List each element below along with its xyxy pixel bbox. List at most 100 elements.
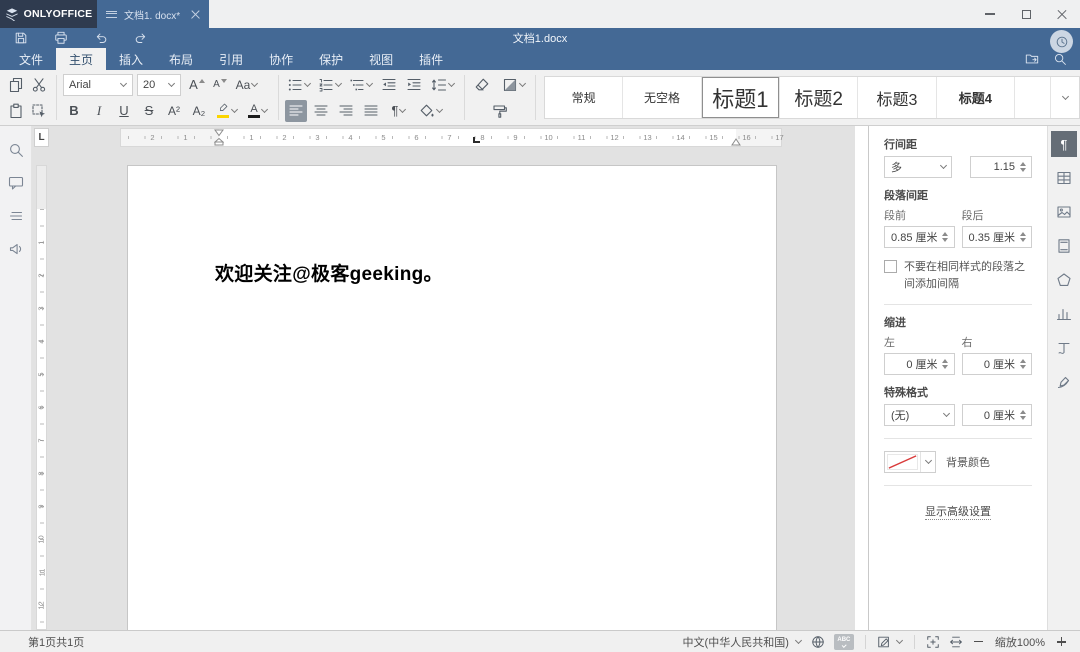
highlight-color-button[interactable] bbox=[213, 100, 241, 122]
bullets-button[interactable] bbox=[285, 74, 313, 96]
checkbox[interactable] bbox=[884, 260, 897, 273]
copy-style-button[interactable] bbox=[489, 100, 511, 122]
nonprinting-characters-button[interactable]: ¶ bbox=[385, 100, 413, 122]
tab-stop-marker[interactable] bbox=[473, 137, 480, 143]
spell-check-toggle[interactable]: ABC bbox=[834, 634, 854, 650]
find-icon[interactable] bbox=[8, 142, 24, 158]
zoom-in-button[interactable] bbox=[1054, 634, 1068, 650]
spinner-arrows[interactable] bbox=[1018, 162, 1027, 172]
style-normal[interactable]: 常规 bbox=[545, 77, 623, 118]
spinner-arrows[interactable] bbox=[1018, 232, 1027, 242]
line-spacing-dropdown[interactable]: 多 bbox=[884, 156, 952, 178]
line-spacing-button[interactable] bbox=[428, 74, 458, 96]
track-changes-button[interactable] bbox=[877, 635, 903, 649]
maximize-button[interactable] bbox=[1008, 0, 1044, 28]
menu-protection[interactable]: 保护 bbox=[306, 48, 356, 70]
justify-button[interactable] bbox=[360, 100, 382, 122]
underline-button[interactable]: U bbox=[113, 100, 135, 122]
navigation-icon[interactable] bbox=[8, 208, 24, 224]
superscript-button[interactable]: A² bbox=[163, 100, 185, 122]
decrease-indent-button[interactable] bbox=[378, 74, 400, 96]
horizontal-ruler[interactable]: 21 1234567891011121314151617 bbox=[120, 128, 782, 147]
tab-menu-icon[interactable] bbox=[106, 11, 117, 18]
spacing-after-spinner[interactable]: 0.35 厘米 bbox=[962, 226, 1033, 248]
text-art-settings-tab[interactable] bbox=[1051, 335, 1077, 361]
italic-button[interactable]: I bbox=[88, 100, 110, 122]
menu-references[interactable]: 引用 bbox=[206, 48, 256, 70]
language-selector[interactable]: 中文(中华人民共和国) bbox=[683, 634, 802, 650]
zoom-level-label[interactable]: 缩放100% bbox=[995, 634, 1045, 650]
shading-button[interactable] bbox=[499, 74, 529, 96]
style-heading4[interactable]: 标题4 bbox=[937, 77, 1015, 118]
paragraph-text[interactable]: 欢迎关注@极客geeking。 bbox=[215, 259, 443, 286]
style-no-spacing[interactable]: 无空格 bbox=[623, 77, 701, 118]
document-tab[interactable]: 文档1. docx* bbox=[97, 0, 209, 28]
fit-width-icon[interactable] bbox=[949, 635, 963, 649]
line-spacing-spinner[interactable]: 1.15 bbox=[970, 156, 1032, 178]
strikethrough-button[interactable]: S bbox=[138, 100, 160, 122]
menu-insert[interactable]: 插入 bbox=[106, 48, 156, 70]
indent-right-spinner[interactable]: 0 厘米 bbox=[962, 353, 1033, 375]
menu-view[interactable]: 视图 bbox=[356, 48, 406, 70]
special-indent-spinner[interactable]: 0 厘米 bbox=[962, 404, 1033, 426]
font-color-button[interactable]: A bbox=[244, 100, 272, 122]
chart-settings-tab[interactable] bbox=[1051, 301, 1077, 327]
show-advanced-settings-link[interactable]: 显示高级设置 bbox=[884, 503, 1032, 519]
spinner-arrows[interactable] bbox=[941, 359, 950, 369]
table-settings-tab[interactable] bbox=[1051, 165, 1077, 191]
change-case-button[interactable]: Aa bbox=[232, 74, 262, 96]
spinner-arrows[interactable] bbox=[941, 232, 950, 242]
tab-stop-selector[interactable]: L bbox=[34, 128, 49, 147]
font-size-combo[interactable]: 20 bbox=[137, 74, 181, 96]
menu-plugins[interactable]: 插件 bbox=[406, 48, 456, 70]
indent-left-spinner[interactable]: 0 厘米 bbox=[884, 353, 955, 375]
select-all-button[interactable] bbox=[28, 100, 50, 122]
minimize-button[interactable] bbox=[972, 0, 1008, 28]
special-indent-dropdown[interactable]: (无) bbox=[884, 404, 955, 426]
document-canvas[interactable]: L 21 1234567891011121314151617 123456789… bbox=[32, 126, 855, 630]
menu-collaboration[interactable]: 协作 bbox=[256, 48, 306, 70]
subscript-button[interactable]: A₂ bbox=[188, 100, 210, 122]
search-icon[interactable] bbox=[1053, 52, 1067, 66]
vertical-ruler[interactable]: 123456789101112 bbox=[36, 165, 47, 630]
spinner-arrows[interactable] bbox=[1018, 359, 1027, 369]
menu-file[interactable]: 文件 bbox=[6, 48, 56, 70]
style-heading3[interactable]: 标题3 bbox=[858, 77, 936, 118]
align-center-button[interactable] bbox=[310, 100, 332, 122]
no-space-between-same-style-checkbox[interactable]: 不要在相同样式的段落之间添加间隔 bbox=[884, 259, 1032, 292]
user-avatar[interactable] bbox=[1050, 30, 1073, 53]
feedback-icon[interactable] bbox=[8, 241, 24, 257]
clear-style-button[interactable] bbox=[471, 74, 493, 96]
paragraph-settings-tab[interactable]: ¶ bbox=[1051, 131, 1077, 157]
indent-marker[interactable] bbox=[214, 129, 224, 146]
redo-button[interactable] bbox=[130, 27, 152, 49]
save-button[interactable] bbox=[10, 27, 32, 49]
tab-close-icon[interactable] bbox=[191, 10, 200, 19]
numbering-button[interactable] bbox=[316, 74, 344, 96]
set-language-globe-icon[interactable] bbox=[811, 635, 825, 649]
image-settings-tab[interactable] bbox=[1051, 199, 1077, 225]
fit-page-icon[interactable] bbox=[926, 635, 940, 649]
spinner-arrows[interactable] bbox=[1018, 410, 1027, 420]
decrease-font-size-button[interactable]: A bbox=[209, 74, 231, 96]
align-right-button[interactable] bbox=[335, 100, 357, 122]
increase-indent-button[interactable] bbox=[403, 74, 425, 96]
paragraph-shading-button[interactable] bbox=[416, 100, 446, 122]
page-number-indicator[interactable]: 第1页共1页 bbox=[28, 634, 84, 650]
align-left-button[interactable] bbox=[285, 100, 307, 122]
bold-button[interactable]: B bbox=[63, 100, 85, 122]
cut-button[interactable] bbox=[28, 74, 50, 96]
style-heading2[interactable]: 标题2 bbox=[780, 77, 858, 118]
style-heading1[interactable]: 标题1 bbox=[702, 77, 780, 118]
background-color-picker[interactable] bbox=[884, 451, 936, 473]
spacing-before-spinner[interactable]: 0.85 厘米 bbox=[884, 226, 955, 248]
signature-settings-tab[interactable] bbox=[1051, 369, 1077, 395]
zoom-out-button[interactable] bbox=[972, 634, 986, 650]
shape-settings-tab[interactable] bbox=[1051, 267, 1077, 293]
swatch-dropdown[interactable] bbox=[920, 452, 935, 472]
menu-layout[interactable]: 布局 bbox=[156, 48, 206, 70]
font-name-combo[interactable]: Arial bbox=[63, 74, 133, 96]
multilevel-list-button[interactable] bbox=[347, 74, 375, 96]
print-button[interactable] bbox=[50, 27, 72, 49]
paste-button[interactable] bbox=[5, 100, 27, 122]
